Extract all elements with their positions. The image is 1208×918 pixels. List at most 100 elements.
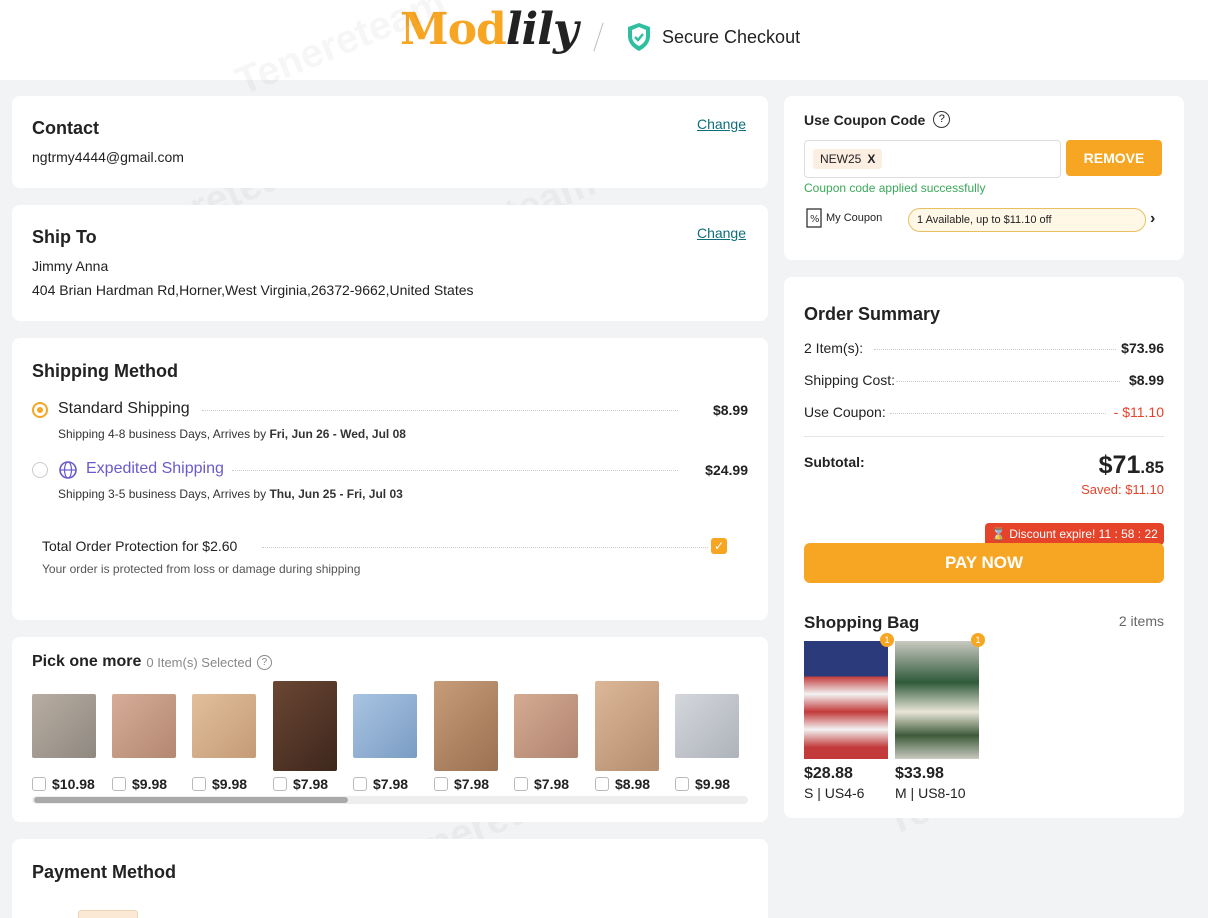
subtotal-label: Subtotal: bbox=[804, 454, 865, 470]
top-header: Modlily Secure Checkout bbox=[0, 0, 1208, 80]
product-image[interactable] bbox=[514, 694, 578, 758]
pay-now-button[interactable]: PAY NOW bbox=[804, 543, 1164, 583]
hourglass-icon: ⌛ bbox=[991, 527, 1006, 541]
ship-to-change-link[interactable]: Change bbox=[697, 225, 746, 241]
expedited-shipping-name: Expedited Shipping bbox=[86, 460, 224, 477]
bag-item-image[interactable] bbox=[804, 641, 888, 759]
expedited-radio[interactable] bbox=[32, 462, 48, 478]
shopping-bag-title: Shopping Bag bbox=[804, 613, 920, 632]
leader-dots bbox=[874, 349, 1116, 350]
leader-dots bbox=[890, 413, 1106, 414]
items-row: 2 Item(s): $73.96 bbox=[804, 340, 1164, 360]
ship-to-title: Ship To bbox=[32, 227, 97, 247]
product-checkbox[interactable] bbox=[675, 777, 689, 791]
product-checkbox[interactable] bbox=[514, 777, 528, 791]
use-coupon-row: Use Coupon: - $11.10 bbox=[804, 404, 1164, 424]
items-label: 2 Item(s): bbox=[804, 340, 864, 356]
pick-more-header: Pick one more 0 Item(s) Selected ? bbox=[32, 653, 272, 671]
product-price: $10.98 bbox=[52, 776, 95, 792]
protection-label: Total Order Protection for $2.60 bbox=[42, 538, 238, 554]
bag-item-price: $28.88 bbox=[804, 765, 853, 782]
product-checkbox[interactable] bbox=[595, 777, 609, 791]
shipping-option-standard[interactable]: Standard Shipping $8.99 Shipping 4-8 bus… bbox=[32, 400, 748, 450]
secure-checkout: Secure Checkout bbox=[626, 22, 800, 52]
chevron-right-icon[interactable]: › bbox=[1150, 210, 1155, 228]
coupon-header: Use Coupon Code ? bbox=[804, 111, 951, 128]
contact-change-link[interactable]: Change bbox=[697, 116, 746, 132]
help-icon[interactable]: ? bbox=[933, 111, 951, 128]
scrollbar-thumb[interactable] bbox=[34, 797, 348, 803]
coupon-icon: % bbox=[806, 208, 822, 228]
protection-desc: Your order is protected from loss or dam… bbox=[42, 562, 361, 576]
bag-item-size: S | US4-6 bbox=[804, 785, 865, 801]
product-image[interactable] bbox=[353, 694, 417, 758]
product-checkbox[interactable] bbox=[353, 777, 367, 791]
ship-to-card: Ship To Change Jimmy Anna 404 Brian Hard… bbox=[12, 205, 768, 321]
expedited-shipping-price: $24.99 bbox=[705, 462, 748, 478]
bag-item-image[interactable] bbox=[895, 641, 979, 759]
product-select-row: $7.98 bbox=[514, 776, 594, 792]
addon-product[interactable]: $9.98 bbox=[192, 681, 256, 792]
standard-shipping-name: Standard Shipping bbox=[58, 400, 190, 417]
addon-product[interactable]: $10.98 bbox=[32, 681, 96, 792]
bag-item[interactable]: 1 $33.98 M | US8-10 bbox=[895, 633, 985, 801]
product-checkbox[interactable] bbox=[32, 777, 46, 791]
items-value: $73.96 bbox=[1121, 340, 1164, 356]
bag-item-size: M | US8-10 bbox=[895, 785, 966, 801]
product-price: $9.98 bbox=[212, 776, 248, 792]
saved-amount: Saved: $11.10 bbox=[1081, 482, 1164, 497]
product-image[interactable] bbox=[595, 681, 659, 771]
product-image[interactable] bbox=[675, 694, 739, 758]
product-image[interactable] bbox=[112, 694, 176, 758]
product-image[interactable] bbox=[192, 694, 256, 758]
bag-item[interactable]: 1 $28.88 S | US4-6 bbox=[804, 633, 894, 801]
available-coupons-pill[interactable]: 1 Available, up to $11.10 off bbox=[908, 208, 1146, 232]
shipping-option-expedited[interactable]: Expedited Shipping $24.99 Shipping 3-5 b… bbox=[32, 460, 748, 510]
bag-item-price: $33.98 bbox=[895, 765, 944, 782]
horizontal-scrollbar-track[interactable] bbox=[32, 796, 748, 804]
product-checkbox[interactable] bbox=[273, 777, 287, 791]
product-select-row: $7.98 bbox=[353, 776, 433, 792]
summary-divider bbox=[804, 436, 1164, 437]
addon-product[interactable]: $7.98 bbox=[273, 681, 337, 792]
contact-card: Contact Change ngtrmy4444@gmail.com bbox=[12, 96, 768, 188]
product-checkbox[interactable] bbox=[112, 777, 126, 791]
addon-product[interactable]: $7.98 bbox=[353, 681, 417, 792]
shipping-method-card: Shipping Method Standard Shipping $8.99 … bbox=[12, 338, 768, 620]
product-image[interactable] bbox=[434, 681, 498, 771]
header-divider bbox=[593, 22, 604, 52]
modlily-logo[interactable]: Modlily bbox=[400, 4, 579, 55]
logo-text-main: Mod bbox=[400, 4, 507, 55]
payment-option-tile[interactable] bbox=[78, 910, 138, 918]
standard-radio[interactable] bbox=[32, 402, 48, 418]
protection-checkbox[interactable]: ✓ bbox=[711, 538, 727, 554]
logo-text-script: lily bbox=[505, 4, 579, 55]
coupon-input[interactable]: NEW25 X bbox=[804, 140, 1061, 178]
help-icon[interactable]: ? bbox=[256, 654, 272, 670]
product-price: $9.98 bbox=[695, 776, 731, 792]
my-coupon[interactable]: % My Coupon bbox=[806, 208, 882, 228]
shopping-bag-count: 2 items bbox=[1118, 613, 1164, 629]
product-select-row: $7.98 bbox=[434, 776, 514, 792]
addon-product[interactable]: $7.98 bbox=[434, 681, 498, 792]
addon-product[interactable]: $9.98 bbox=[675, 681, 739, 792]
addon-product[interactable]: $9.98 bbox=[112, 681, 176, 792]
product-checkbox[interactable] bbox=[192, 777, 206, 791]
svg-text:%: % bbox=[810, 214, 820, 225]
remove-coupon-icon[interactable]: X bbox=[867, 152, 875, 166]
addon-product[interactable]: $7.98 bbox=[514, 681, 578, 792]
remove-button[interactable]: REMOVE bbox=[1066, 140, 1162, 176]
secure-checkout-label: Secure Checkout bbox=[662, 26, 801, 47]
discount-expire-badge: ⌛ Discount expire! 11 : 58 : 22 bbox=[985, 523, 1164, 545]
my-coupon-label: My Coupon bbox=[826, 212, 883, 224]
standard-shipping-desc: Shipping 4-8 business Days, Arrives by F… bbox=[58, 427, 406, 441]
product-image[interactable] bbox=[32, 694, 96, 758]
pick-one-more-card: Pick one more 0 Item(s) Selected ? $10.9… bbox=[12, 637, 768, 822]
addon-product[interactable]: $8.98 bbox=[595, 681, 659, 792]
coupon-success-msg: Coupon code applied successfully bbox=[804, 181, 986, 195]
product-checkbox[interactable] bbox=[434, 777, 448, 791]
product-select-row: $8.98 bbox=[595, 776, 675, 792]
product-image[interactable] bbox=[273, 681, 337, 771]
contact-email: ngtrmy4444@gmail.com bbox=[32, 149, 184, 165]
order-summary-title: Order Summary bbox=[804, 304, 941, 324]
